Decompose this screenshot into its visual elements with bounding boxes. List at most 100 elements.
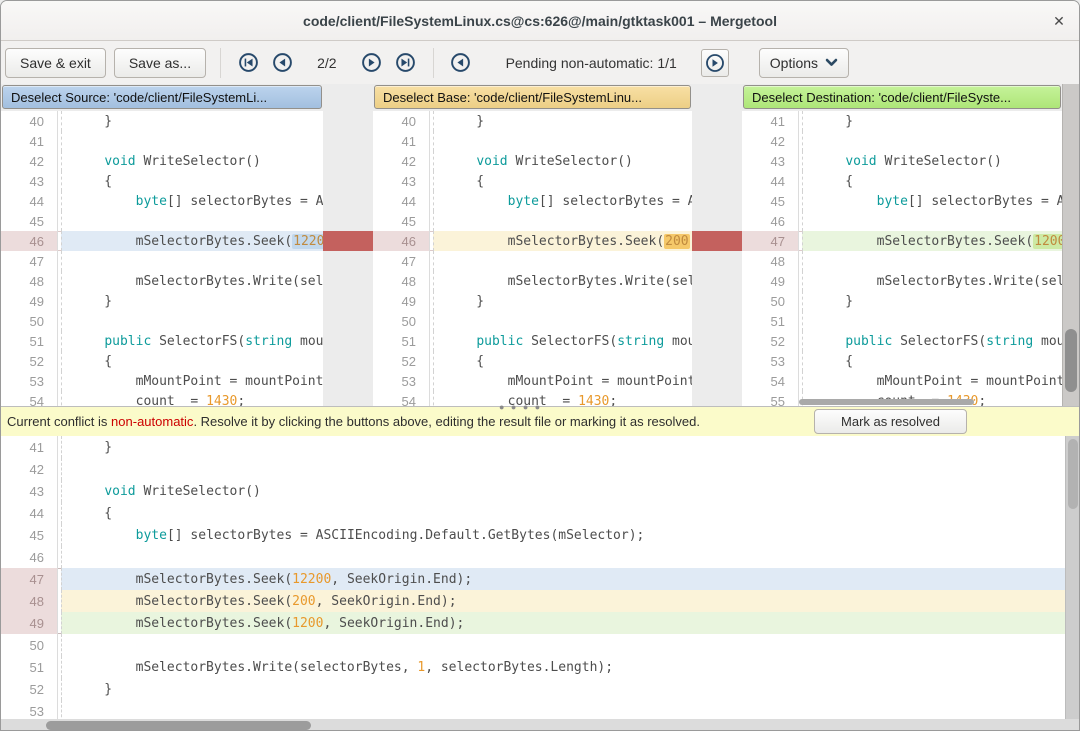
code-text: } [61,436,1065,458]
line-number: 52 [1,678,58,700]
mark-as-resolved-button[interactable]: Mark as resolved [814,409,967,434]
conflict-banner-text: Current conflict is non-automatic. Resol… [7,414,700,429]
code-text [61,251,323,271]
code-text: { [802,171,1062,191]
code-line: 41 [373,131,692,151]
code-line[interactable]: 42 [1,458,1065,480]
code-line: 44 { [742,171,1062,191]
code-text [802,311,1062,331]
code-line[interactable]: 41 } [1,436,1065,458]
result-vertical-scrollbar[interactable] [1065,436,1079,719]
previous-pending-icon[interactable] [448,50,474,76]
code-line: 48 [742,251,1062,271]
line-number: 49 [1,291,58,311]
code-line[interactable]: 50 [1,634,1065,656]
toolbar-separator [220,48,221,78]
code-line[interactable]: 45 byte[] selectorBytes = ASCIIEncoding.… [1,524,1065,546]
titlebar: code/client/FileSystemLinux.cs@cs:626@/m… [1,1,1079,41]
scrollbar-thumb[interactable] [1068,439,1078,509]
code-line[interactable]: 48 mSelectorBytes.Seek(200, SeekOrigin.E… [1,590,1065,612]
last-conflict-icon[interactable] [393,50,419,76]
line-number: 55 [742,391,799,406]
previous-conflict-icon[interactable] [269,50,295,76]
code-line: 49 } [373,291,692,311]
code-line: 42 void WriteSelector() [1,151,323,171]
line-number: 40 [1,111,58,131]
code-line: 41 } [742,111,1062,131]
scrollbar-thumb[interactable] [1065,329,1077,392]
line-number: 43 [1,480,58,502]
save-and-exit-button[interactable]: Save & exit [5,48,106,78]
code-line: 47 [373,251,692,271]
next-pending-icon[interactable] [701,49,729,77]
code-text [61,131,323,151]
result-horizontal-scrollbar[interactable] [1,719,1079,731]
code-line: 46 mSelectorBytes.Seek(12200, SeekOrigin… [1,231,323,251]
code-line[interactable]: 47 mSelectorBytes.Seek(12200, SeekOrigin… [1,568,1065,590]
code-line[interactable]: 46 [1,546,1065,568]
destination-horizontal-scrollbar[interactable] [799,399,974,405]
code-line: 42 [742,131,1062,151]
deselect-destination-button[interactable]: Deselect Destination: 'code/client/FileS… [743,85,1061,109]
compare-vertical-scrollbar[interactable] [1062,84,1079,406]
code-line[interactable]: 51 mSelectorBytes.Write(selectorBytes, 1… [1,656,1065,678]
code-line: 44 byte[] selectorBytes = ASCIIEncoding.… [373,191,692,211]
code-text [802,131,1062,151]
code-text: byte[] selectorBytes = ASCIIEncoding.Def… [433,191,692,211]
code-text: { [61,351,323,371]
code-line[interactable]: 52 } [1,678,1065,700]
options-button[interactable]: Options [759,48,849,78]
code-text: } [61,291,323,311]
line-number: 45 [742,191,799,211]
line-number: 42 [1,151,58,171]
close-icon[interactable]: ✕ [1049,11,1069,31]
source-code-view[interactable]: 40 }4142 void WriteSelector()43 {44 byte… [1,111,323,406]
deselect-base-button[interactable]: Deselect Base: 'code/client/FileSystemLi… [374,85,691,109]
result-code-view[interactable]: 41 }4243 void WriteSelector()44 {45 byte… [1,436,1065,719]
code-text: public SelectorFS(string mountPoint13) [802,331,1062,351]
line-number: 50 [1,634,58,656]
base-code-view[interactable]: 40 }4142 void WriteSelector()43 {44 byte… [373,111,692,406]
line-number: 48 [373,271,430,291]
code-line: 51 public SelectorFS(string mountPoint13… [373,331,692,351]
code-line: 49 } [1,291,323,311]
next-conflict-icon[interactable] [359,50,385,76]
code-line: 53 mMountPoint = mountPoint13; [1,371,323,391]
deselect-source-button[interactable]: Deselect Source: 'code/client/FileSystem… [2,85,322,109]
line-number: 47 [1,568,58,590]
code-line: 50 [1,311,323,331]
code-line: 44 byte[] selectorBytes = ASCIIEncoding.… [1,191,323,211]
code-line[interactable]: 49 mSelectorBytes.Seek(1200, SeekOrigin.… [1,612,1065,634]
pane-resize-grip[interactable]: ● ● ● ● [499,402,542,412]
code-line[interactable]: 43 void WriteSelector() [1,480,1065,502]
first-conflict-icon[interactable] [235,50,261,76]
code-line: 46 [742,211,1062,231]
code-text: } [433,111,692,131]
line-number: 53 [742,351,799,371]
code-line: 45 [1,211,323,231]
code-line: 53 { [742,351,1062,371]
code-text [433,131,692,151]
line-number: 40 [373,111,430,131]
mergetool-window: code/client/FileSystemLinux.cs@cs:626@/m… [0,0,1080,731]
destination-code-view[interactable]: 41 }4243 void WriteSelector()44 {45 byte… [742,111,1062,406]
code-text: void WriteSelector() [433,151,692,171]
conflict-connector [692,231,743,251]
code-text: { [61,171,323,191]
line-number: 45 [373,211,430,231]
code-line: 47 [1,251,323,271]
code-line[interactable]: 44 { [1,502,1065,524]
code-line[interactable]: 53 [1,700,1065,719]
scrollbar-thumb[interactable] [46,721,311,730]
code-text: mSelectorBytes.Write(selectorBytes, 1, s… [802,271,1062,291]
line-number: 41 [742,111,799,131]
window-title: code/client/FileSystemLinux.cs@cs:626@/m… [303,13,777,29]
save-as-button[interactable]: Save as... [114,48,206,78]
line-number: 48 [1,271,58,291]
code-text: mSelectorBytes.Write(selectorBytes, 1, s… [433,271,692,291]
line-number: 51 [1,656,58,678]
code-text [61,211,323,231]
line-number: 53 [1,700,58,719]
code-text [61,546,1065,568]
compare-panes-section: Deselect Source: 'code/client/FileSystem… [1,84,1079,406]
